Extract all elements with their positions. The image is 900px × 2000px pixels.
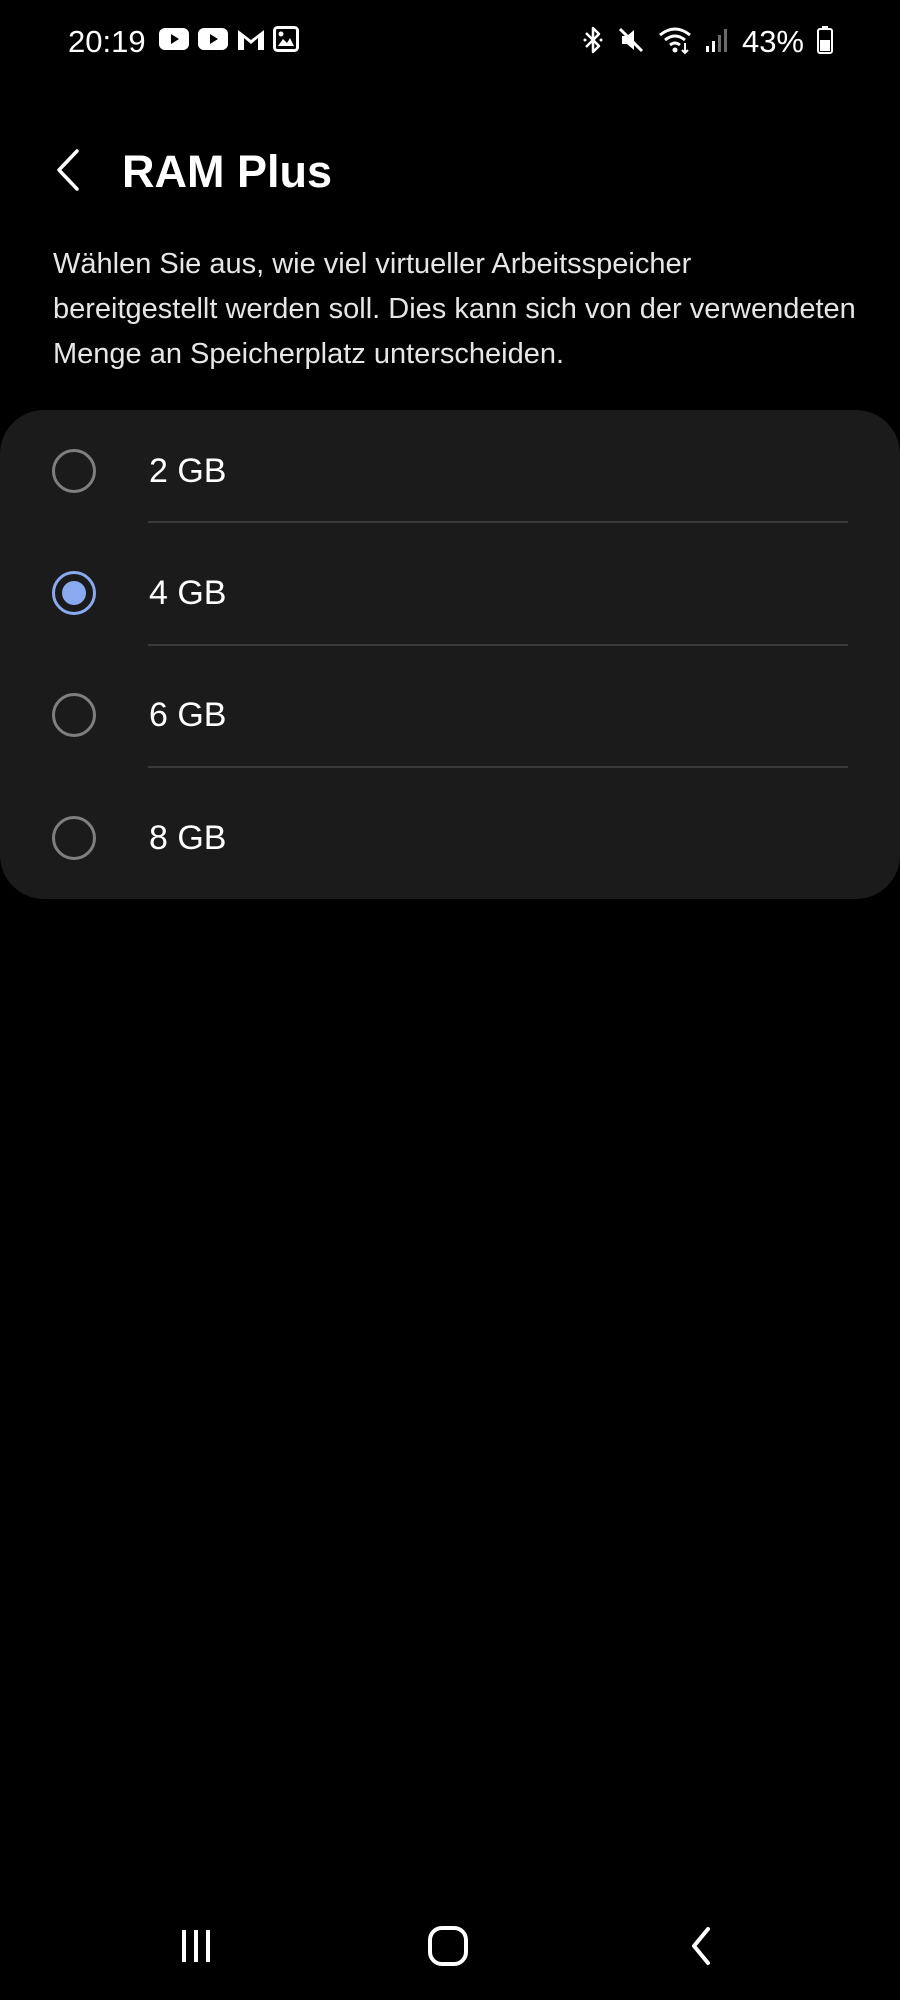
divider	[148, 644, 848, 646]
option-label: 6 GB	[149, 696, 227, 734]
bluetooth-icon	[582, 25, 604, 60]
option-label: 8 GB	[149, 819, 227, 857]
radio-button-2gb[interactable]	[52, 449, 96, 493]
navigation-bar	[0, 1900, 900, 2000]
battery-percent: 43%	[741, 24, 804, 59]
option-8gb[interactable]: 8 GB	[0, 777, 900, 899]
description-text: Wählen Sie aus, wie viel virtueller Arbe…	[53, 248, 856, 370]
option-label: 4 GB	[149, 574, 227, 612]
back-arrow-icon	[53, 148, 83, 197]
status-bar: 20:19 43%	[0, 0, 900, 82]
option-6gb[interactable]: 6 GB	[0, 654, 900, 776]
radio-button-8gb[interactable]	[52, 816, 96, 860]
back-button[interactable]	[44, 140, 92, 204]
status-time: 20:19	[68, 24, 146, 59]
system-icons: 43%	[582, 22, 834, 62]
signal-icon	[704, 26, 730, 59]
nav-back-button[interactable]	[666, 1920, 736, 1976]
mute-icon	[616, 25, 646, 60]
recent-apps-icon	[176, 1926, 216, 1971]
wifi-icon	[658, 25, 692, 60]
recent-apps-button[interactable]	[161, 1920, 231, 1976]
ram-options-card: 2 GB 4 GB 6 GB 8 GB	[0, 410, 900, 899]
option-4gb[interactable]: 4 GB	[0, 532, 900, 654]
home-icon	[426, 1924, 470, 1973]
youtube-icon	[158, 27, 190, 56]
youtube-icon	[197, 27, 229, 56]
divider	[148, 521, 848, 523]
divider	[148, 766, 848, 768]
back-icon	[686, 1924, 716, 1973]
page-title: RAM Plus	[122, 146, 333, 197]
home-button[interactable]	[413, 1920, 483, 1976]
gmail-icon	[236, 26, 266, 57]
option-2gb[interactable]: 2 GB	[0, 410, 900, 532]
radio-button-4gb[interactable]	[52, 571, 96, 615]
notification-icons	[158, 25, 299, 57]
gallery-icon	[273, 25, 299, 57]
radio-selected-dot	[62, 581, 86, 605]
radio-button-6gb[interactable]	[52, 693, 96, 737]
option-label: 2 GB	[149, 452, 227, 490]
battery-icon	[816, 25, 834, 60]
